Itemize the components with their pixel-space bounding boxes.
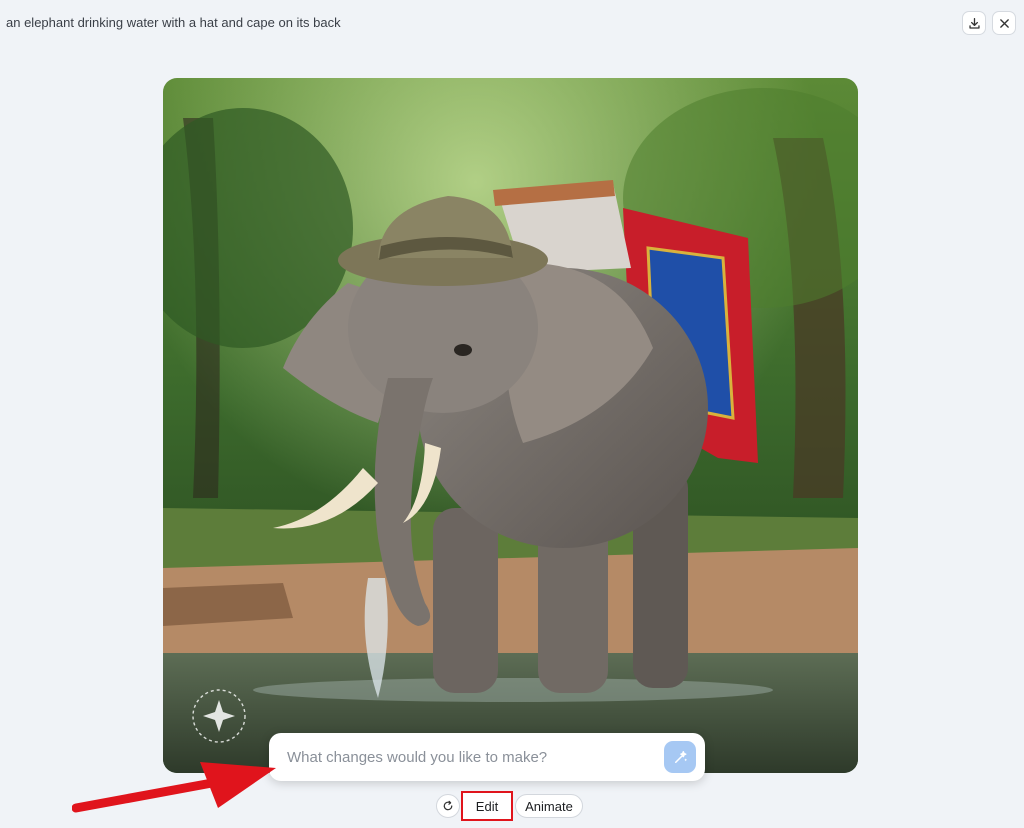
download-icon bbox=[968, 17, 980, 29]
imagine-watermark-icon bbox=[192, 689, 246, 743]
magic-edit-button[interactable] bbox=[664, 741, 696, 773]
animate-button[interactable]: Animate bbox=[515, 794, 583, 818]
close-icon bbox=[999, 18, 1009, 28]
refresh-icon bbox=[443, 800, 453, 811]
generated-image bbox=[163, 78, 858, 773]
red-annotation-arrow bbox=[72, 762, 276, 813]
edit-prompt-input[interactable] bbox=[269, 747, 664, 767]
magic-edit-icon bbox=[674, 750, 687, 763]
download-button[interactable] bbox=[962, 11, 986, 35]
close-button[interactable] bbox=[992, 11, 1016, 35]
edit-prompt-box[interactable] bbox=[269, 733, 705, 781]
edit-button[interactable]: Edit bbox=[461, 791, 513, 821]
prompt-title: an elephant drinking water with a hat an… bbox=[6, 15, 341, 30]
image-action-bar: Edit Animate bbox=[436, 791, 583, 821]
regenerate-button[interactable] bbox=[436, 794, 460, 818]
